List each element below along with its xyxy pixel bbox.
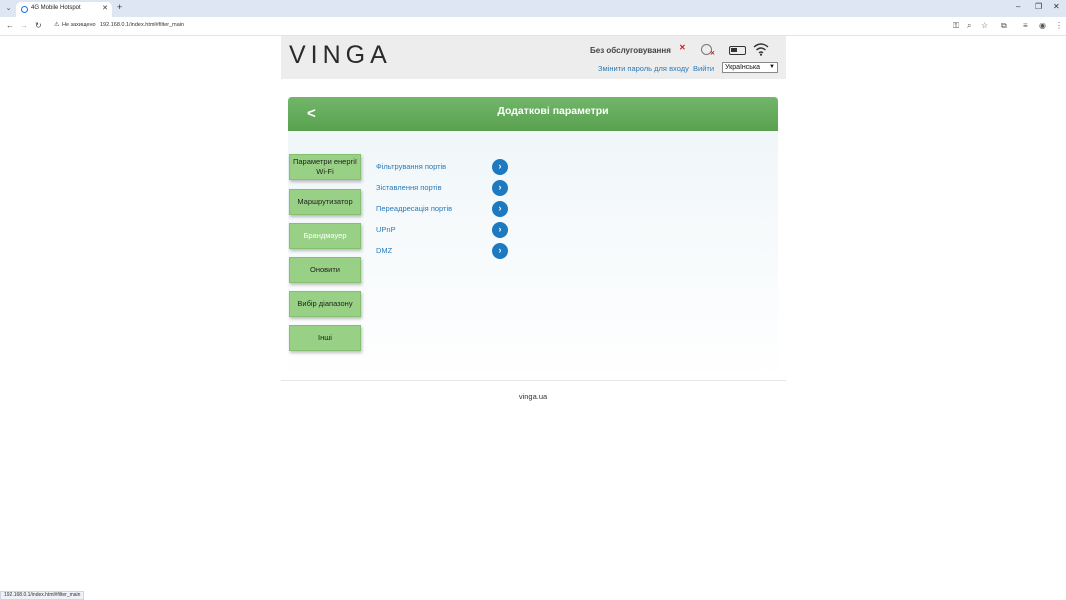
option-port-forwarding[interactable]: Переадресація портів › bbox=[376, 201, 508, 217]
option-upnp[interactable]: UPnP › bbox=[376, 222, 508, 238]
tab-favicon-icon bbox=[21, 6, 28, 13]
router-page: VINGA Без обслуговування ✕ ✕ Змінити пар… bbox=[0, 36, 1066, 600]
warning-triangle-icon[interactable]: ⚠ bbox=[54, 21, 59, 28]
signal-error-icon: ✕ bbox=[679, 43, 686, 52]
panel-header: < Додаткові параметри bbox=[288, 97, 778, 131]
sidebar-item-update[interactable]: Оновити bbox=[289, 257, 361, 283]
vinga-logo: VINGA bbox=[289, 41, 392, 69]
logout-link[interactable]: Вийти bbox=[693, 64, 714, 73]
option-dmz[interactable]: DMZ › bbox=[376, 243, 508, 259]
option-label[interactable]: Переадресація портів bbox=[376, 204, 452, 213]
reload-icon[interactable]: ↻ bbox=[35, 21, 42, 30]
tab-title: 4G Mobile Hotspot bbox=[31, 5, 81, 11]
extensions-icon[interactable]: ⧉ bbox=[1001, 21, 1007, 31]
sidebar-item-firewall[interactable]: Брандмауер bbox=[289, 223, 361, 249]
page-header: VINGA Без обслуговування ✕ ✕ Змінити пар… bbox=[281, 36, 786, 79]
chevron-down-icon: ▼ bbox=[769, 64, 775, 70]
network-status-text: Без обслуговування bbox=[590, 46, 671, 55]
sidebar-item-router[interactable]: Маршрутизатор bbox=[289, 189, 361, 215]
status-bar-url: 192.168.0.1/index.html#filter_main bbox=[0, 591, 85, 600]
tab-close-icon[interactable]: ✕ bbox=[102, 4, 108, 12]
option-label[interactable]: Фільтрування портів bbox=[376, 162, 446, 171]
minimize-icon[interactable]: – bbox=[1016, 2, 1020, 11]
change-password-link[interactable]: Змінити пароль для входу bbox=[598, 64, 689, 73]
advanced-settings-panel: < Додаткові параметри Параметри енергії … bbox=[288, 97, 778, 382]
chevron-right-icon[interactable]: › bbox=[492, 180, 508, 196]
chevron-right-icon[interactable]: › bbox=[492, 243, 508, 259]
restore-icon[interactable]: ❐ bbox=[1035, 2, 1042, 11]
zoom-icon[interactable]: ⌕ bbox=[967, 21, 971, 31]
key-icon[interactable]: ⚿ bbox=[953, 21, 959, 31]
address-bar-url[interactable]: 192.168.0.1/index.html#filter_main bbox=[100, 22, 184, 28]
option-port-mapping[interactable]: Зіставлення портів › bbox=[376, 180, 508, 196]
sidebar-item-other[interactable]: Інші bbox=[289, 325, 361, 351]
new-tab-plus-icon[interactable]: + bbox=[117, 2, 122, 12]
battery-icon bbox=[729, 46, 746, 55]
browser-toolbar: ← → ↻ ⚠ Не захищено 192.168.0.1/index.ht… bbox=[0, 17, 1066, 36]
forward-arrow-icon[interactable]: → bbox=[20, 21, 28, 30]
menu-kebab-icon[interactable]: ⋮ bbox=[1055, 21, 1063, 30]
media-icon[interactable]: ≡ bbox=[1023, 21, 1028, 30]
window-close-icon[interactable]: ✕ bbox=[1053, 2, 1060, 11]
option-label[interactable]: DMZ bbox=[376, 246, 392, 255]
option-port-filtering[interactable]: Фільтрування портів › bbox=[376, 159, 508, 175]
internet-error-icon: ✕ bbox=[710, 51, 716, 57]
option-label[interactable]: Зіставлення портів bbox=[376, 183, 442, 192]
sidebar-item-wifi-power[interactable]: Параметри енергії Wi-Fi bbox=[289, 154, 361, 180]
page-title: Додаткові параметри bbox=[497, 105, 609, 117]
chevron-right-icon[interactable]: › bbox=[492, 222, 508, 238]
footer-site-link[interactable]: vinga.ua bbox=[0, 392, 1066, 401]
option-label[interactable]: UPnP bbox=[376, 225, 396, 234]
language-select-value: Українська bbox=[725, 64, 761, 71]
profile-icon[interactable]: ◉ bbox=[1039, 21, 1046, 30]
chevron-right-icon[interactable]: › bbox=[492, 159, 508, 175]
wifi-icon bbox=[753, 43, 769, 56]
sidebar-item-band-selection[interactable]: Вибір діапазону bbox=[289, 291, 361, 317]
security-label[interactable]: Не захищено bbox=[62, 22, 96, 28]
browser-tab[interactable]: 4G Mobile Hotspot ✕ bbox=[16, 2, 112, 17]
footer-divider bbox=[281, 380, 786, 381]
bookmark-star-icon[interactable]: ☆ bbox=[981, 21, 988, 30]
language-select[interactable]: Українська ▼ bbox=[722, 62, 778, 73]
tab-list-chevron-icon[interactable]: ⌄ bbox=[3, 3, 14, 14]
back-arrow-icon[interactable]: ← bbox=[6, 21, 14, 30]
browser-tabstrip: ⌄ 4G Mobile Hotspot ✕ + – ❐ ✕ bbox=[0, 0, 1066, 17]
chevron-right-icon[interactable]: › bbox=[492, 201, 508, 217]
